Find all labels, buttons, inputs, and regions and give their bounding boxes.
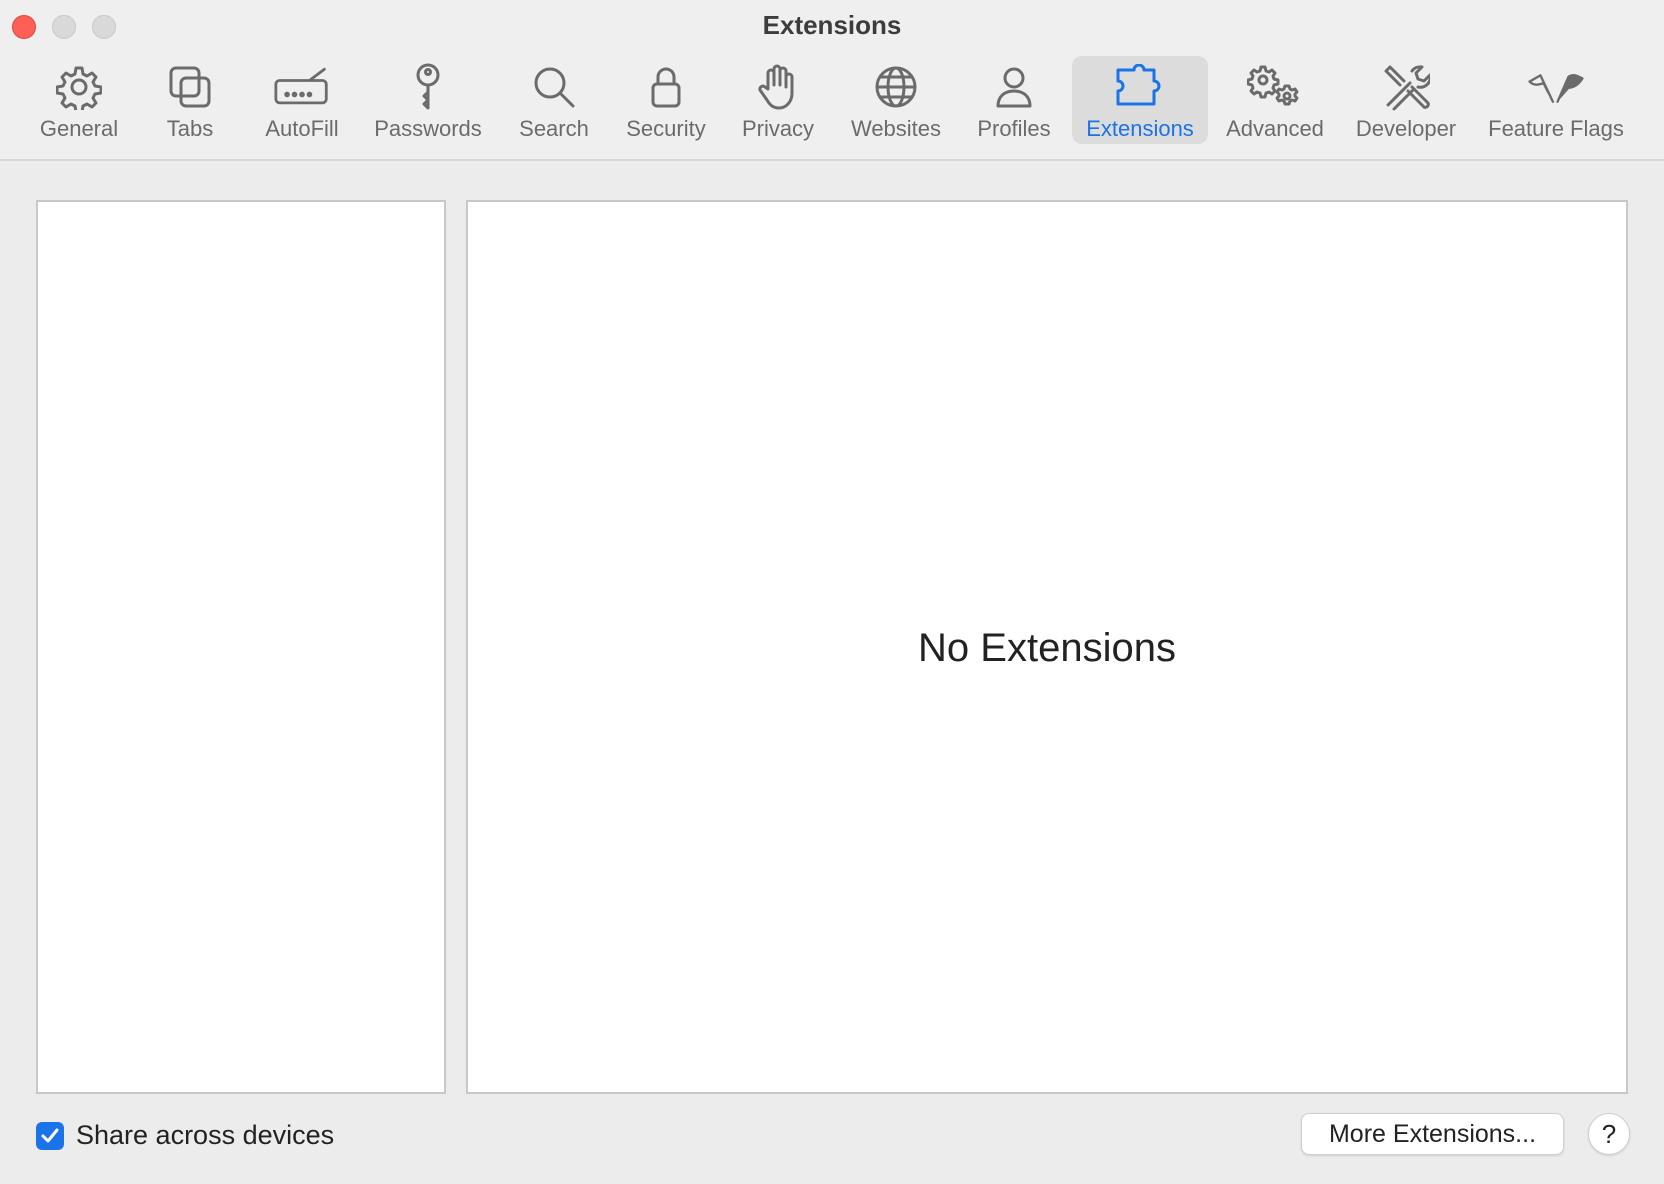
extensions-list[interactable]	[36, 200, 446, 1094]
tab-tabs-label: Tabs	[166, 116, 214, 141]
tab-general-label: General	[39, 116, 119, 141]
tab-developer[interactable]: Developer	[1350, 56, 1462, 144]
tab-websites-label: Websites	[850, 116, 942, 141]
more-extensions-button[interactable]: More Extensions...	[1301, 1113, 1564, 1155]
tab-passwords-label: Passwords	[374, 116, 482, 141]
tab-feature-flags-label: Feature Flags	[1488, 116, 1624, 141]
tab-extensions-label: Extensions	[1086, 116, 1194, 141]
hand-icon	[750, 62, 806, 112]
key-icon	[400, 62, 456, 112]
tab-security-label: Security	[626, 116, 706, 141]
settings-toolbar: General Tabs AutoFill Passwords Search S…	[0, 54, 1664, 148]
title-bar: Extensions General Tabs AutoFill Passwor…	[0, 0, 1664, 161]
tab-search[interactable]: Search	[512, 56, 596, 144]
flags-icon	[1528, 62, 1584, 112]
tab-tabs[interactable]: Tabs	[150, 56, 230, 144]
search-icon	[526, 62, 582, 112]
tab-developer-label: Developer	[1355, 116, 1457, 141]
tab-autofill[interactable]: AutoFill	[256, 56, 348, 144]
tools-icon	[1378, 62, 1434, 112]
tab-profiles-label: Profiles	[977, 116, 1051, 141]
lock-icon	[638, 62, 694, 112]
tab-privacy-label: Privacy	[741, 116, 815, 141]
extension-details-panel: No Extensions	[466, 200, 1628, 1094]
empty-state-message: No Extensions	[918, 626, 1176, 670]
person-icon	[986, 62, 1042, 112]
tab-advanced[interactable]: Advanced	[1222, 56, 1328, 144]
tab-extensions[interactable]: Extensions	[1072, 56, 1208, 144]
gear-icon	[51, 62, 107, 112]
tab-profiles[interactable]: Profiles	[968, 56, 1060, 144]
globe-icon	[868, 62, 924, 112]
share-across-devices[interactable]: Share across devices	[36, 1120, 334, 1151]
autofill-icon	[274, 62, 330, 112]
gears-icon	[1247, 62, 1303, 112]
safari-settings-window: Extensions General Tabs AutoFill Passwor…	[0, 0, 1664, 1184]
share-across-devices-label: Share across devices	[76, 1120, 335, 1150]
tab-advanced-label: Advanced	[1226, 116, 1324, 141]
tab-search-label: Search	[519, 116, 589, 141]
tab-websites[interactable]: Websites	[842, 56, 950, 144]
window-title: Extensions	[762, 10, 902, 40]
tab-feature-flags[interactable]: Feature Flags	[1484, 56, 1628, 144]
tab-privacy[interactable]: Privacy	[734, 56, 822, 144]
puzzle-icon	[1112, 62, 1168, 112]
help-button[interactable]: ?	[1588, 1113, 1630, 1155]
tab-general[interactable]: General	[30, 56, 128, 144]
tab-security[interactable]: Security	[618, 56, 714, 144]
share-across-devices-checkbox[interactable]	[36, 1121, 64, 1150]
checkmark-icon	[41, 1128, 59, 1142]
tab-passwords[interactable]: Passwords	[368, 56, 488, 144]
tabs-icon	[162, 62, 218, 112]
tab-autofill-label: AutoFill	[265, 116, 339, 141]
